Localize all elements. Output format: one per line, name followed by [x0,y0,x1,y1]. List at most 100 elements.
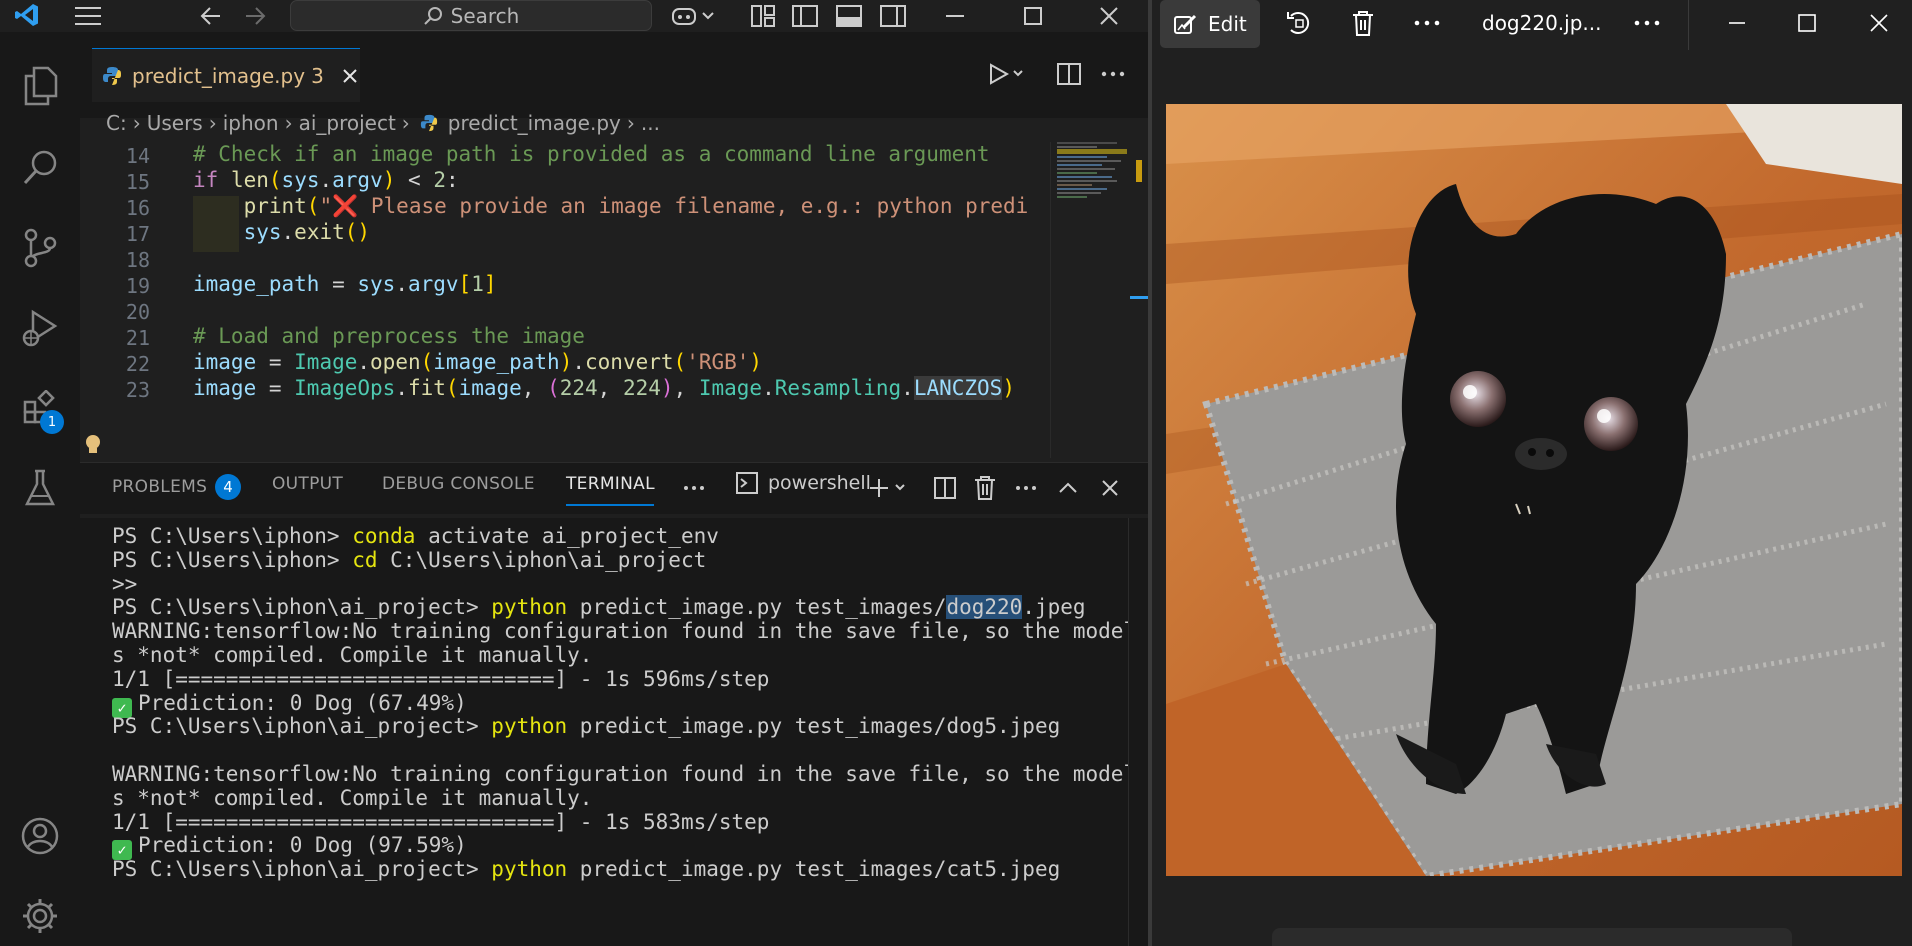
lightbulb-icon[interactable] [80,432,106,458]
toolbar-separator [1688,0,1689,50]
photos-close-icon[interactable] [1862,8,1896,38]
terminal-line: PS C:\Users\iphon\ai_project> python pre… [112,714,1061,739]
customize-layout-icon[interactable] [746,2,780,30]
back-arrow-icon[interactable] [196,2,226,30]
close-window-icon[interactable] [1092,2,1126,30]
tab-debug-console[interactable]: DEBUG CONSOLE [382,474,535,494]
kill-terminal-trash-icon[interactable] [970,474,1000,502]
forward-arrow-icon[interactable] [240,2,270,30]
terminal-shell-selector[interactable]: powershell [736,472,871,494]
accounts-icon[interactable] [14,810,66,862]
terminal-line: >> [112,571,138,596]
tab-problems-label: PROBLEMS [112,477,208,497]
toggle-secondary-sidebar-icon[interactable] [876,2,910,30]
problems-badge: 4 [215,474,242,500]
terminal-line: PS C:\Users\iphon> cd C:\Users\iphon\ai_… [112,547,707,572]
terminal-output[interactable]: PS C:\Users\iphon> conda activate ai_pro… [80,518,1128,946]
line-number: 14 [125,144,150,168]
rotate-icon[interactable] [1282,8,1316,38]
terminal-more-icon[interactable] [1012,474,1040,502]
line-number: 15 [125,170,150,194]
search-icon [423,6,443,26]
line-number: 20 [125,300,150,324]
line-number: 21 [125,326,150,350]
code-line[interactable]: image_path = sys.argv[1] [193,272,497,296]
shell-name: powershell [768,472,871,494]
photos-maximize-icon[interactable] [1790,8,1824,38]
minimize-icon[interactable] [938,2,972,30]
terminal-scrollbar[interactable] [1128,518,1148,946]
code-line[interactable]: # Check if an image path is provided as … [193,142,990,166]
copilot-icon[interactable] [668,2,718,30]
settings-gear-icon[interactable] [14,890,66,942]
menu-icon[interactable] [70,2,106,30]
maximize-panel-chevron-up-icon[interactable] [1054,474,1082,502]
chevron-right-icon: › [626,111,635,135]
terminal-icon [736,472,758,494]
more-options-icon[interactable] [1410,8,1444,38]
activity-bar: 1 [0,32,80,946]
dog-photo[interactable] [1166,104,1902,876]
breadcrumb-item[interactable]: Users [147,111,203,135]
more-views-icon[interactable] [680,476,708,500]
split-terminal-icon[interactable] [930,474,960,502]
terminal-line: 1/1 [==============================] - 1… [112,809,770,834]
photo-file-title: dog220.jp... [1482,11,1602,35]
breadcrumb-item[interactable]: iphon [223,111,279,135]
line-number: 22 [125,352,150,376]
line-number: 17 [125,222,150,246]
tab-output[interactable]: OUTPUT [272,474,343,494]
tab-filename: predict_image.py [132,63,306,88]
search-sidebar-icon[interactable] [14,142,66,194]
code-line[interactable]: if len(sys.argv) < 2: [193,168,459,192]
code-line[interactable]: image = Image.open(image_path).convert('… [193,350,762,374]
editor-tab-predict-image[interactable]: predict_image.py 3 [92,48,360,102]
close-tab-icon[interactable] [342,68,358,84]
vscode-logo-icon [10,0,44,30]
toggle-primary-sidebar-icon[interactable] [788,2,822,30]
code-line[interactable]: sys.exit() [193,220,370,244]
line-number: 18 [125,248,150,272]
maximize-icon[interactable] [1016,2,1050,30]
run-python-file-icon[interactable] [986,58,1026,90]
line-number: 23 [125,378,150,402]
breadcrumb-item[interactable]: ai_project [299,111,396,135]
code-editor[interactable]: 14 # Check if an image path is provided a… [80,142,1050,458]
code-line[interactable]: print("❌ Please provide an image filenam… [193,194,1029,219]
edit-button[interactable]: Edit [1160,0,1260,48]
toggle-panel-icon[interactable] [832,2,866,30]
breadcrumb-item[interactable]: C: [106,111,127,135]
delete-trash-icon[interactable] [1346,8,1380,38]
terminal-line: PS C:\Users\iphon> conda activate ai_pro… [112,524,719,548]
code-line[interactable]: image = ImageOps.fit(image, (224, 224), … [193,376,1015,400]
terminal-line: 1/1 [==============================] - 1… [112,666,770,691]
split-editor-icon[interactable] [1052,58,1086,90]
tab-problem-count: 3 [311,63,324,88]
source-control-icon[interactable] [14,222,66,274]
breadcrumb-item[interactable]: predict_image.py [448,111,621,135]
extensions-badge: 1 [40,410,64,434]
close-panel-icon[interactable] [1096,474,1124,502]
tab-problems[interactable]: PROBLEMS 4 [112,474,242,500]
line-number: 16 [125,196,150,220]
new-terminal-icon[interactable] [866,474,910,502]
chevron-right-icon: › [132,111,141,135]
terminal-line: s *not* compiled. Compile it manually. [112,785,593,810]
photos-minimize-icon[interactable] [1720,8,1754,38]
run-debug-icon[interactable] [14,302,66,354]
edit-label: Edit [1208,12,1247,36]
photos-filmstrip-strip[interactable] [1272,928,1792,946]
minimap[interactable] [1050,142,1136,458]
tab-terminal[interactable]: TERMINAL [566,474,655,494]
search-placeholder: Search [450,3,520,28]
terminal-line: PS C:\Users\iphon\ai_project> python pre… [112,857,1061,882]
edit-image-icon [1174,13,1198,35]
testing-icon[interactable] [14,462,66,514]
more-actions-icon[interactable] [1096,58,1130,90]
title-more-icon[interactable] [1630,8,1664,38]
code-line[interactable]: # Load and preprocess the image [193,324,585,348]
breadcrumb-item[interactable]: ... [641,111,660,135]
explorer-icon[interactable] [14,60,66,112]
command-center-search[interactable]: Search [290,0,652,31]
line-number: 19 [125,274,150,298]
